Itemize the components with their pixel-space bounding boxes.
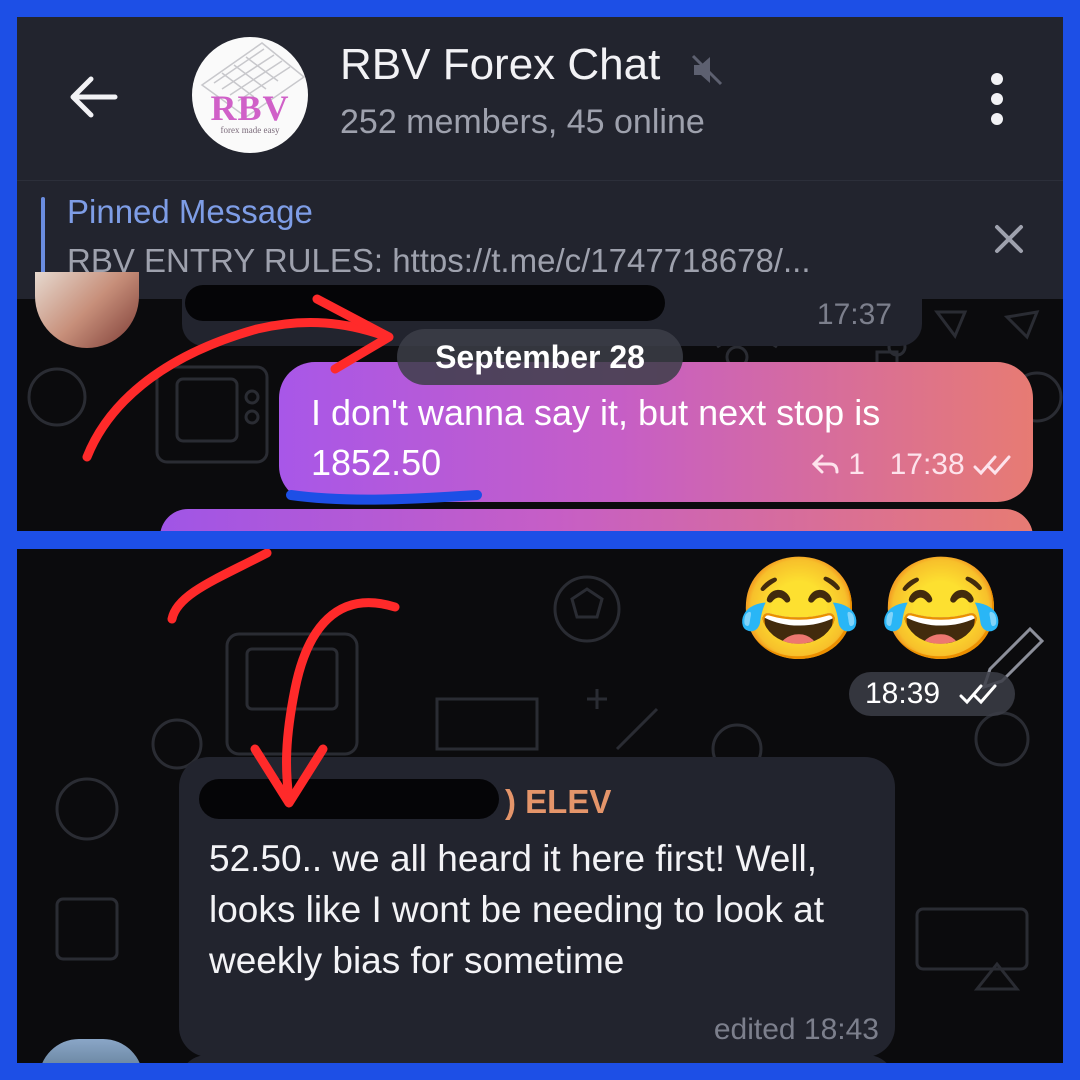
date-separator: September 28 (397, 329, 683, 385)
more-options-button[interactable] (977, 69, 1017, 129)
chat-member-count: 252 members, 45 online (340, 103, 705, 141)
redaction-mark (199, 779, 499, 819)
close-pinned-button[interactable] (989, 219, 1029, 259)
pinned-indicator (41, 197, 45, 277)
message-text: 52.50.. we all heard it here first! Well… (209, 838, 824, 981)
incoming-message-bubble[interactable] (179, 1055, 895, 1063)
double-check-icon (973, 455, 1011, 476)
message-meta: 1 17:38 (810, 448, 1017, 482)
incoming-message-bubble[interactable]: ) ELEV 52.50.. we all heard it here firs… (179, 757, 895, 1057)
back-button[interactable] (65, 69, 121, 125)
chat-screenshot-bottom: 😂 😂 18:39 ) ELEV 52.50.. we all heard it… (17, 549, 1063, 1063)
close-icon (995, 225, 1023, 253)
message-time: 17:38 (889, 448, 965, 481)
avatar-logo-text: RBV (210, 88, 290, 128)
double-check-icon (959, 684, 997, 705)
sender-name[interactable]: ) ELEV (505, 783, 611, 821)
avatar-tagline: forex made easy (220, 125, 280, 135)
laughing-emoji: 😂 (737, 553, 862, 665)
chat-header: RBV forex made easy RBV Forex Chat 252 m… (17, 17, 1063, 180)
chat-screenshot-top: RBV forex made easy RBV Forex Chat 252 m… (17, 17, 1063, 531)
message-time: 17:37 (816, 298, 892, 331)
more-vertical-icon (991, 73, 1003, 125)
reply-count: 1 (848, 448, 865, 481)
group-avatar[interactable]: RBV forex made easy (192, 37, 308, 153)
message-meta: edited 18:43 (713, 1013, 879, 1046)
chat-title: RBV Forex Chat (340, 40, 661, 89)
redaction-mark (185, 285, 665, 321)
message-time: 18:39 (865, 677, 941, 710)
arrow-left-icon (70, 76, 118, 118)
message-time-pill: 18:39 (849, 672, 1015, 716)
pinned-title: Pinned Message (67, 193, 313, 230)
muted-speaker-icon (690, 53, 724, 87)
outgoing-message-bubble[interactable] (160, 509, 1033, 531)
reply-icon (811, 454, 839, 474)
